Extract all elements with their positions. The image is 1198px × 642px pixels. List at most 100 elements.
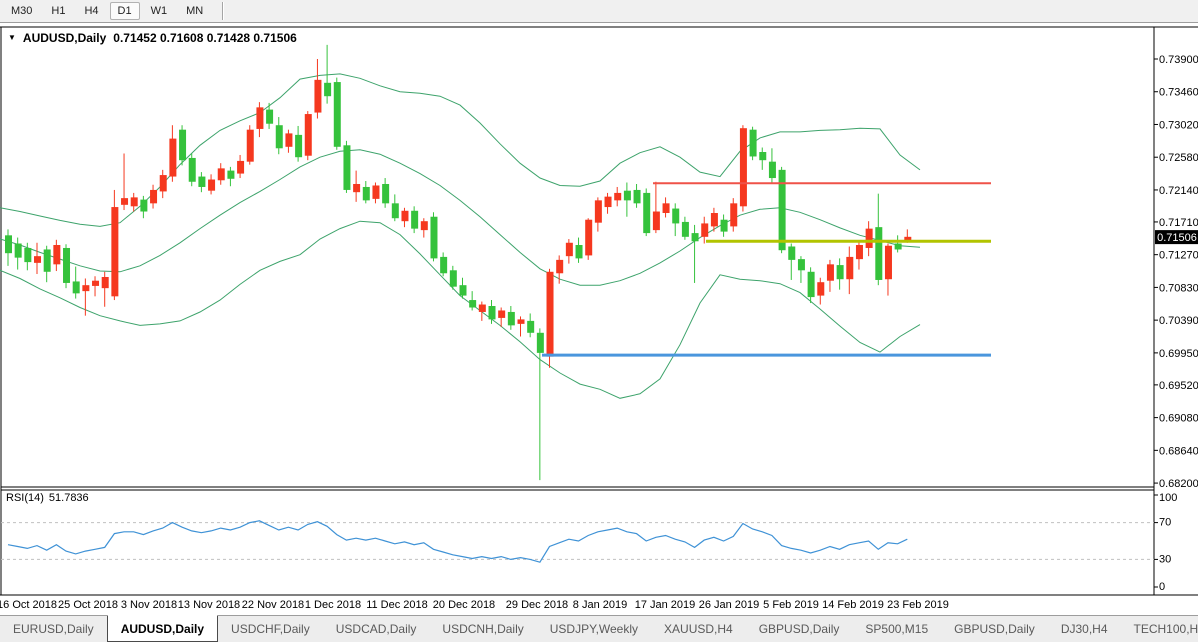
candle	[420, 218, 428, 238]
tab-xauusd-h4[interactable]: XAUUSD,H4	[651, 616, 746, 642]
candle-body	[188, 157, 196, 182]
candle	[430, 212, 438, 262]
candle-body	[140, 199, 148, 212]
candle-body	[778, 169, 786, 251]
candle-body	[507, 311, 515, 326]
tab-usdcad-daily[interactable]: USDCAD,Daily	[323, 616, 430, 642]
tab-tech100-h[interactable]: TECH100,H	[1121, 616, 1198, 642]
candle	[256, 102, 264, 138]
rsi-line	[7, 520, 908, 563]
candle-body	[53, 245, 61, 265]
candle	[140, 195, 148, 219]
candle	[217, 163, 225, 185]
candle	[188, 153, 196, 187]
candle-body	[159, 175, 167, 192]
candle	[121, 153, 129, 211]
tab-eurusd-daily[interactable]: EURUSD,Daily	[0, 616, 107, 642]
candle	[391, 194, 399, 222]
candle	[150, 184, 158, 209]
candle	[246, 125, 254, 165]
tab-usdjpy-weekly[interactable]: USDJPY,Weekly	[537, 616, 651, 642]
candle	[82, 278, 90, 316]
candle-body	[604, 196, 612, 208]
candle-body	[488, 306, 496, 320]
date-axis-label: 16 Oct 2018	[0, 599, 57, 611]
current-price-badge: 0.71506	[1155, 230, 1198, 245]
candle-body	[623, 190, 631, 201]
date-axis-label: 26 Jan 2019	[699, 599, 760, 611]
timeframe-button-d1[interactable]: D1	[109, 2, 140, 20]
candle-body	[894, 243, 902, 250]
rsi-indicator-value: 51.7836	[48, 492, 89, 504]
candle	[372, 182, 380, 204]
tab-usdchf-daily[interactable]: USDCHF,Daily	[218, 616, 323, 642]
candle-body	[788, 246, 796, 260]
candle-body	[517, 319, 525, 324]
tab-usdcnh-daily[interactable]: USDCNH,Daily	[429, 616, 536, 642]
candle-body	[498, 310, 506, 318]
date-axis-label: 5 Feb 2019	[763, 599, 819, 611]
candle-body	[643, 192, 651, 234]
tab-gbpusd-daily[interactable]: GBPUSD,Daily	[746, 616, 853, 642]
candle-body	[179, 129, 187, 161]
price-axis: 0.73900 0.73460 0.73020 0.72580 0.72140 0.717…	[1154, 54, 1198, 490]
price-axis-label: 0.70830	[1159, 282, 1198, 294]
candle	[5, 229, 12, 266]
toolbar-separator	[222, 2, 224, 20]
candle-body	[807, 271, 815, 298]
price-axis-label: 0.68640	[1159, 445, 1198, 457]
price-axis-label: 0.72140	[1159, 185, 1198, 197]
candle	[169, 125, 177, 182]
timeframe-button-m30[interactable]: M30	[3, 2, 40, 20]
symbol-dropdown-icon[interactable]: ▼	[8, 34, 16, 42]
candle	[826, 259, 834, 292]
candle-body	[672, 208, 680, 224]
candle-body	[730, 203, 738, 227]
candle	[633, 183, 641, 208]
tab-dj30-h4[interactable]: DJ30,H4	[1048, 616, 1121, 642]
candle-body	[217, 168, 225, 181]
candle-body	[43, 249, 51, 272]
price-axis-label: 0.72580	[1159, 152, 1198, 164]
date-axis-label: 20 Dec 2018	[433, 599, 495, 611]
timeframe-button-h4[interactable]: H4	[76, 2, 106, 20]
price-chart[interactable]: 0.73900 0.73460 0.73020 0.72580 0.72140 0.717…	[0, 0, 1198, 642]
timeframe-button-w1[interactable]: W1	[143, 2, 176, 20]
candle	[797, 256, 805, 283]
candle	[865, 221, 873, 257]
candle	[643, 188, 651, 237]
candle-body	[614, 192, 622, 201]
date-axis-label: 29 Dec 2018	[506, 599, 568, 611]
tab-sp500-m15[interactable]: SP500,M15	[852, 616, 941, 642]
candle	[623, 182, 631, 217]
timeframe-button-mn[interactable]: MN	[178, 2, 211, 20]
candle	[343, 140, 351, 193]
candle	[208, 174, 216, 195]
candle-body	[401, 210, 409, 222]
candle	[817, 277, 825, 305]
chart-title-symbol: AUDUSD,Daily	[22, 31, 107, 45]
candle	[275, 117, 283, 155]
tab-gbpusd-daily[interactable]: GBPUSD,Daily	[941, 616, 1048, 642]
candles-series	[5, 44, 912, 481]
candle	[237, 154, 245, 179]
candle	[604, 192, 612, 214]
candle-body	[478, 304, 486, 312]
candle-body	[565, 242, 573, 257]
candle-body	[324, 82, 332, 97]
candle	[92, 276, 100, 297]
candle-body	[556, 259, 564, 274]
candle-body	[749, 129, 757, 157]
candle	[691, 224, 699, 283]
candle	[855, 240, 863, 270]
candle	[884, 243, 892, 296]
candle-body	[430, 216, 438, 259]
candle	[478, 301, 486, 321]
candle	[498, 307, 506, 327]
candle	[875, 193, 883, 286]
price-axis-label: 0.71270	[1159, 250, 1198, 262]
tab-audusd-daily[interactable]: AUDUSD,Daily	[106, 615, 219, 642]
timeframe-button-h1[interactable]: H1	[43, 2, 73, 20]
candle	[198, 172, 206, 193]
candle-body	[169, 138, 177, 177]
